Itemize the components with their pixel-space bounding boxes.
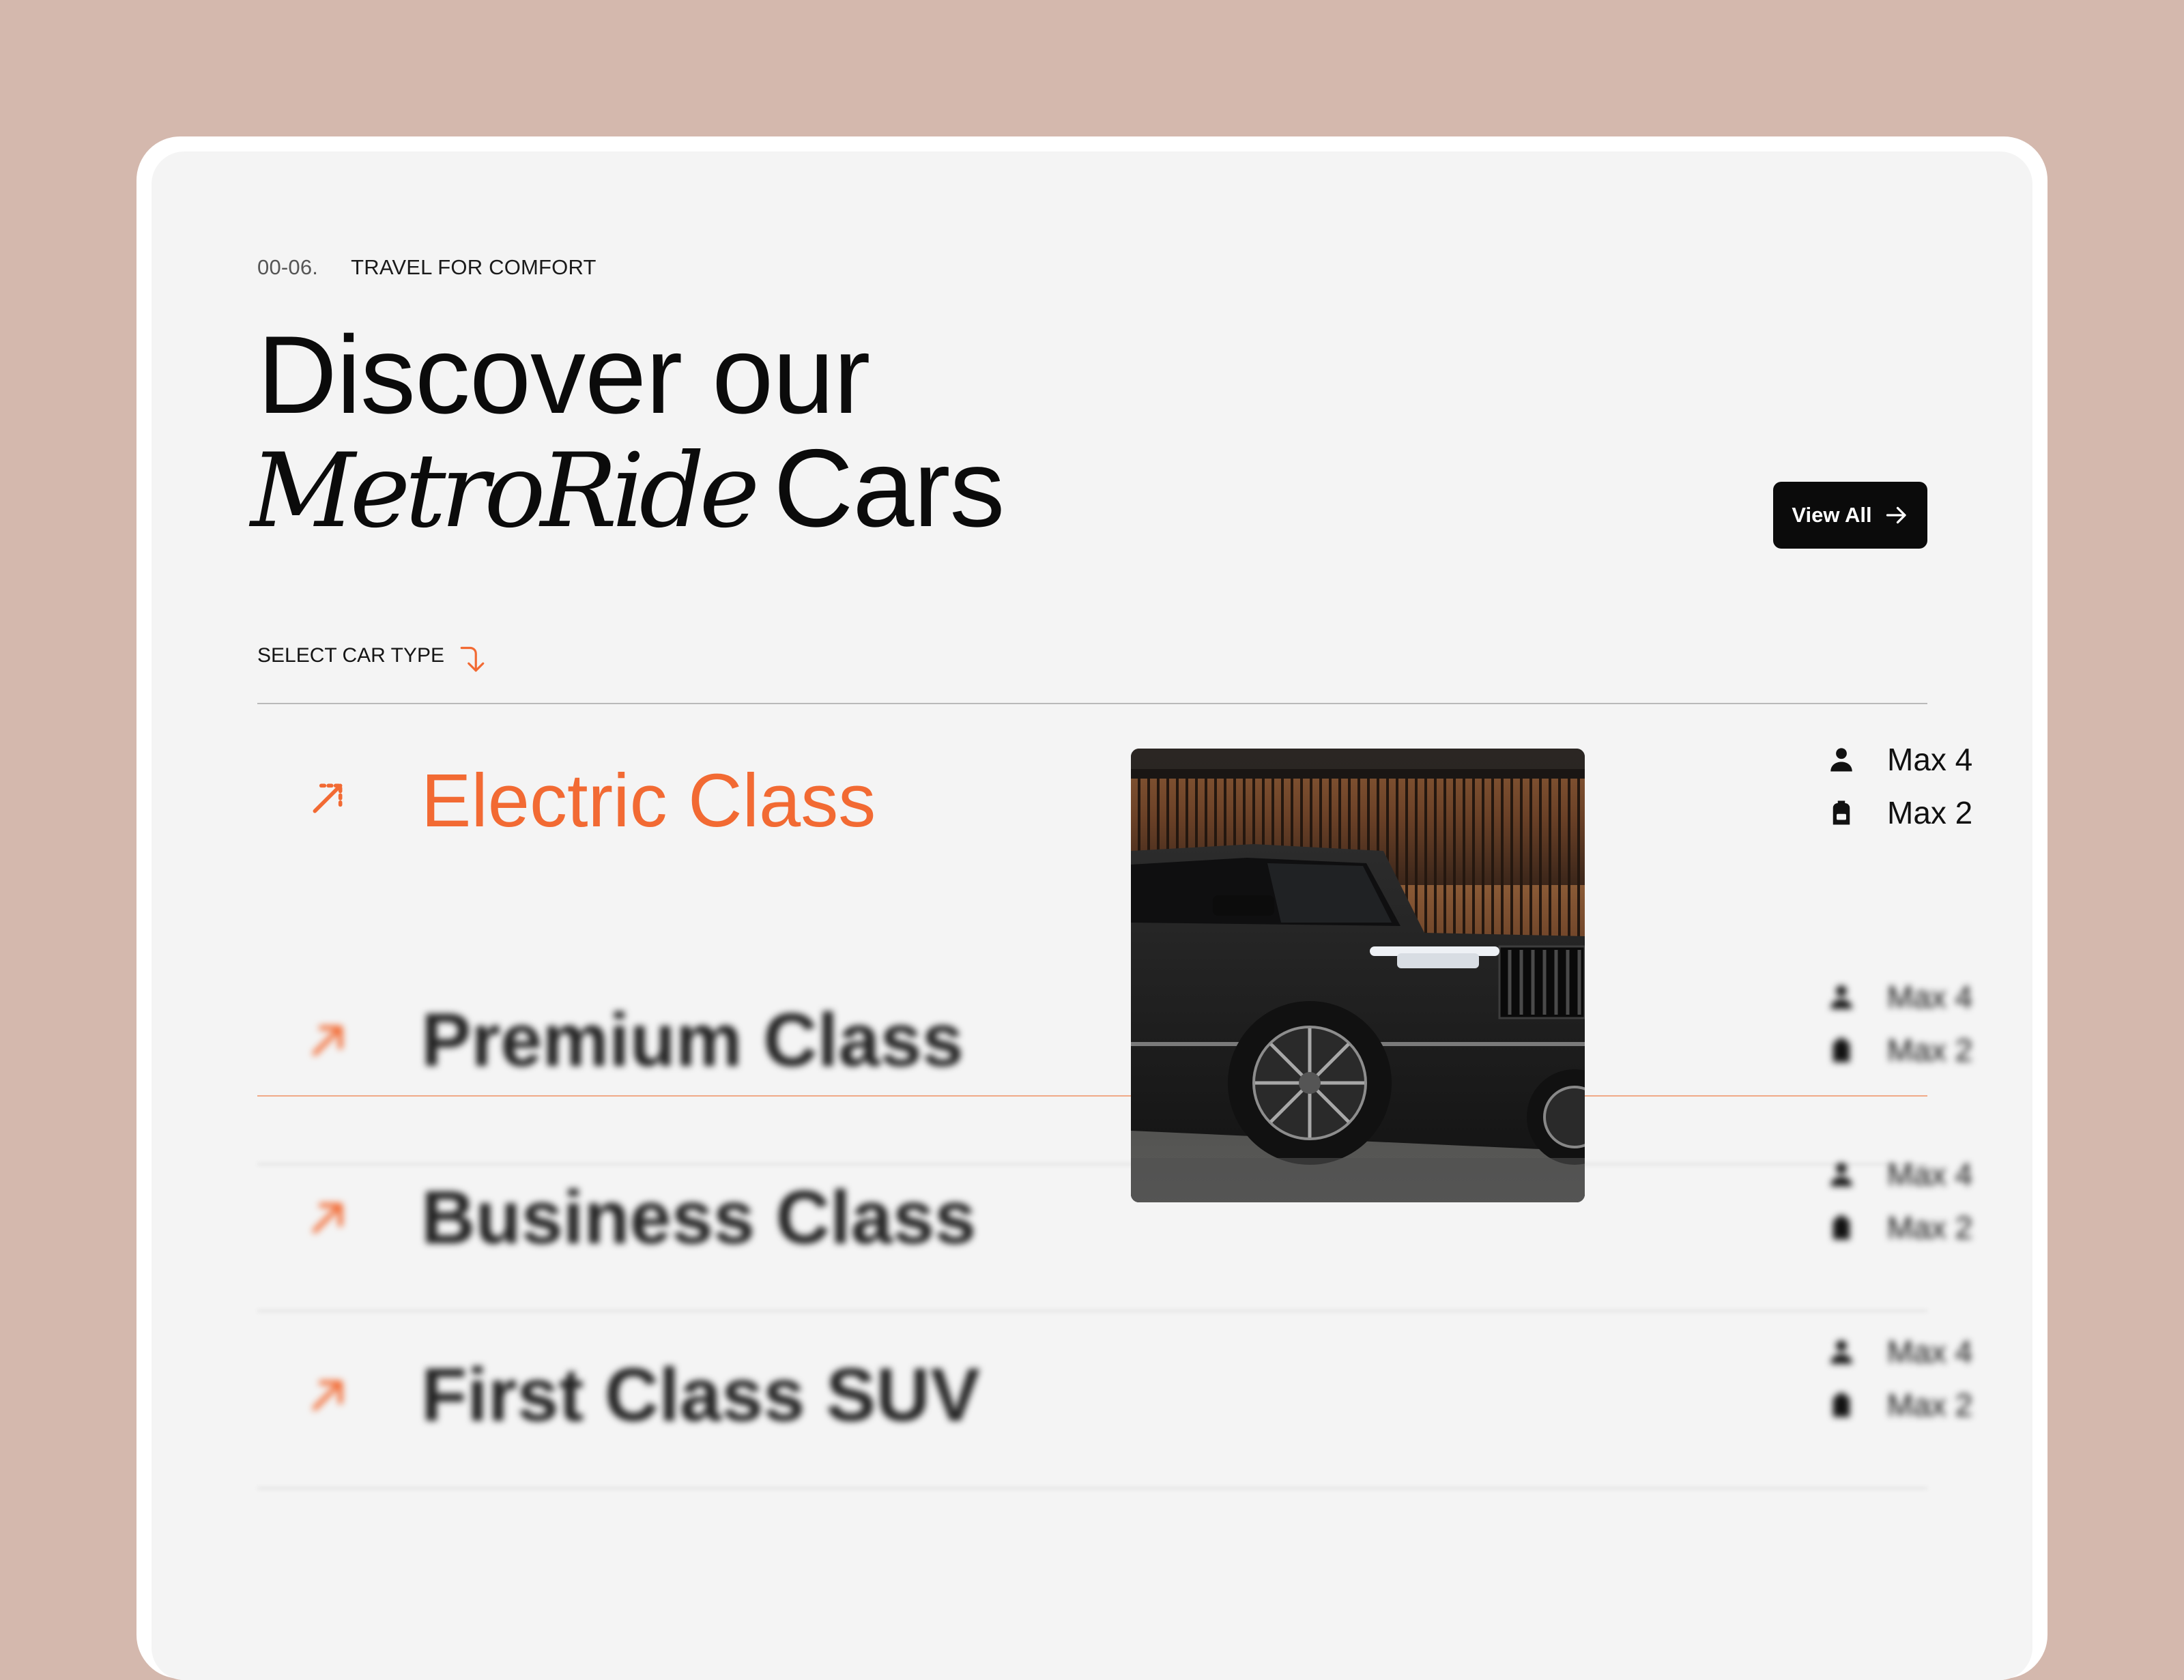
passenger-capacity: Max 4	[1827, 733, 2005, 786]
car-class-specs: Max 4 Max 2	[1827, 1325, 2005, 1432]
person-icon	[1830, 1163, 1852, 1187]
section-number: 00-06.	[257, 255, 319, 279]
arrow-right-icon	[1886, 506, 1906, 524]
luggage-capacity-value: Max 2	[1887, 795, 1973, 830]
luggage-capacity: Max 2	[1827, 786, 2005, 839]
person-icon	[1830, 748, 1852, 772]
luggage-capacity-value: Max 2	[1887, 1387, 1973, 1423]
title-suffix: Cars	[773, 426, 1005, 550]
car-class-row-first-class-suv[interactable]: First Class SUV Max 4 Max 2	[257, 1312, 1972, 1489]
row-divider	[257, 1488, 1927, 1489]
curved-arrow-down-icon	[460, 646, 485, 672]
suv-illustration	[1131, 749, 1585, 1202]
backpack-icon	[1833, 1393, 1850, 1417]
car-class-specs: Max 4 Max 2	[1827, 970, 2005, 1077]
arrow-up-right-icon	[312, 1380, 343, 1411]
person-icon	[1830, 1340, 1852, 1364]
section-label: TRAVEL FOR COMFORT	[351, 255, 597, 279]
luggage-capacity: Max 2	[1827, 1378, 2005, 1432]
person-icon	[1830, 985, 1852, 1009]
passenger-capacity-value: Max 4	[1887, 742, 1973, 777]
section-eyebrow: 00-06. TRAVEL FOR COMFORT	[257, 255, 597, 280]
backpack-icon	[1833, 1038, 1850, 1062]
select-car-type-label: SELECT CAR TYPE	[257, 644, 444, 667]
luggage-capacity: Max 2	[1827, 1024, 2005, 1077]
arrow-up-right-icon	[312, 1202, 343, 1234]
car-class-specs: Max 4 Max 2	[1827, 1148, 2005, 1254]
passenger-capacity: Max 4	[1827, 970, 2005, 1024]
page-title: Discover our MetroRide Cars	[250, 313, 1005, 549]
arrow-up-right-icon	[313, 783, 343, 813]
select-car-type[interactable]: SELECT CAR TYPE	[257, 636, 487, 676]
car-class-name: First Class SUV	[421, 1353, 981, 1437]
backpack-icon	[1833, 1215, 1850, 1240]
main-card: 00-06. TRAVEL FOR COMFORT Discover our Me…	[152, 151, 2032, 1680]
title-brand: MetroRide	[250, 432, 760, 551]
car-class-row-premium[interactable]: Premium Class Max 4 Max 2	[257, 957, 1972, 1165]
luggage-capacity-value: Max 2	[1887, 1032, 1973, 1068]
car-class-row-electric[interactable]: Electric Class Max 4 Max 2	[257, 719, 1972, 1097]
bottom-fade-overlay	[152, 1523, 2032, 1680]
passenger-capacity-value: Max 4	[1887, 979, 1973, 1015]
view-all-label: View All	[1792, 503, 1872, 527]
view-all-button[interactable]: View All	[1773, 482, 1927, 549]
arrow-up-right-icon	[312, 1025, 343, 1056]
passenger-capacity: Max 4	[1827, 1148, 2005, 1201]
luggage-capacity-value: Max 2	[1887, 1210, 1973, 1245]
car-preview-image	[1131, 749, 1585, 1202]
passenger-capacity-value: Max 4	[1887, 1157, 1973, 1192]
title-line-1: Discover our	[257, 313, 870, 437]
car-class-name: Business Class	[421, 1176, 977, 1260]
passenger-capacity: Max 4	[1827, 1325, 2005, 1378]
luggage-capacity: Max 2	[1827, 1201, 2005, 1254]
car-class-name: Electric Class	[421, 759, 876, 843]
car-class-specs: Max 4 Max 2	[1827, 733, 2005, 839]
title-line-2: MetroRide Cars	[250, 432, 1005, 549]
list-top-divider	[257, 703, 1927, 704]
car-class-name: Premium Class	[421, 998, 964, 1082]
backpack-icon	[1833, 800, 1850, 825]
passenger-capacity-value: Max 4	[1887, 1334, 1973, 1370]
car-class-row-business[interactable]: Business Class Max 4 Max 2	[257, 1134, 1972, 1312]
